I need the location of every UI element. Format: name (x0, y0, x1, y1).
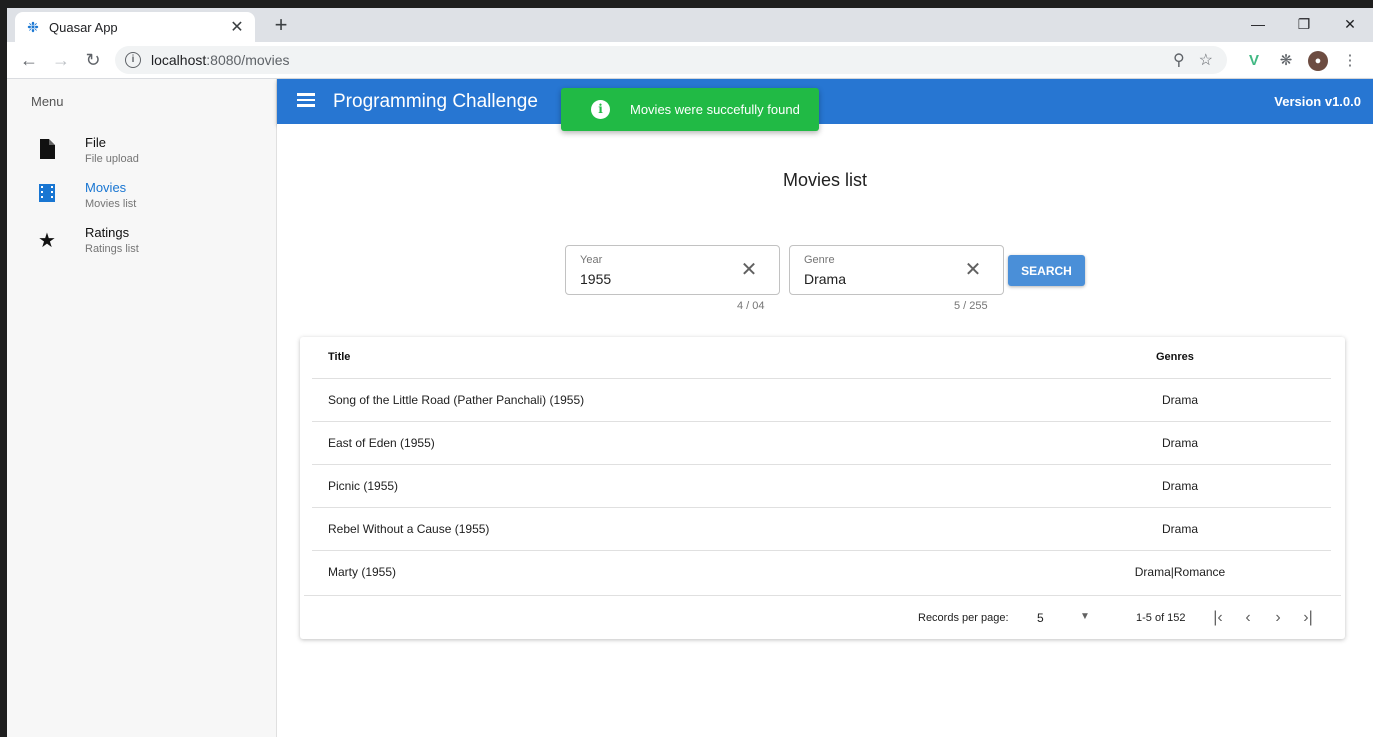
nav-label-ratings: Ratings (85, 225, 130, 240)
cell-genres: Drama (1161, 436, 1198, 450)
browser-menu-icon[interactable]: ⋮ (1340, 51, 1360, 71)
cell-genres: Drama (1161, 479, 1198, 493)
profile-avatar[interactable]: ● (1308, 51, 1328, 71)
cell-title: East of Eden (1955) (328, 436, 435, 450)
year-counter: 4 / 04 (737, 300, 765, 312)
first-page-icon[interactable]: |‹ (1208, 608, 1228, 628)
cell-title: Song of the Little Road (Pather Panchali… (328, 393, 585, 407)
bookmark-star-icon[interactable]: ☆ (1199, 50, 1213, 70)
side-drawer: Menu File File upload Movies Movies list… (7, 79, 277, 737)
search-button[interactable]: SEARCH (1008, 255, 1085, 286)
column-header-genres[interactable]: Genres (1156, 351, 1194, 363)
year-input[interactable] (580, 271, 730, 287)
browser-titlebar: ❉ Quasar App ✕ + — ❐ ✕ (7, 8, 1373, 42)
vue-devtools-icon[interactable]: V (1244, 51, 1264, 71)
browser-tab[interactable]: ❉ Quasar App ✕ (15, 12, 255, 42)
drawer-header: Menu (31, 94, 64, 109)
nav-item-file[interactable]: File File upload (7, 129, 277, 173)
nav-label-movies: Movies (85, 180, 127, 195)
tab-title: Quasar App (49, 19, 118, 35)
new-tab-icon[interactable]: + (269, 14, 293, 38)
close-window-icon[interactable]: ✕ (1338, 14, 1362, 34)
cell-genres: Drama (1161, 522, 1198, 536)
last-page-icon[interactable]: ›| (1298, 608, 1318, 628)
column-header-title[interactable]: Title (328, 351, 350, 363)
cell-title: Picnic (1955) (328, 479, 399, 493)
movies-table: Title Genres Song of the Little Road (Pa… (300, 337, 1345, 639)
cell-title: Marty (1955) (328, 565, 397, 579)
cell-genres: Drama (1161, 393, 1198, 407)
file-icon (35, 139, 59, 163)
page-title: Movies list (782, 170, 867, 190)
main-content: Movies list Year ✕ 4 / 04 Genre ✕ 5 / 25… (277, 124, 1373, 737)
app: Menu File File upload Movies Movies list… (7, 79, 1373, 737)
next-page-icon[interactable]: › (1268, 608, 1288, 628)
extensions-icon[interactable]: ❋ (1276, 51, 1296, 71)
table-pagination: Records per page: 5 ▼ 1-5 of 152 |‹ ‹ › … (304, 595, 1341, 639)
address-bar[interactable]: i localhost:8080/movies ⚲ ☆ (115, 46, 1227, 74)
star-icon: ★ (38, 230, 56, 252)
cell-title: Rebel Without a Cause (1955) (328, 522, 490, 536)
genre-input[interactable] (804, 271, 954, 287)
nav-item-ratings[interactable]: ★ Ratings Ratings list (7, 219, 277, 263)
browser-window: ❉ Quasar App ✕ + — ❐ ✕ ← → ↻ i localhost… (7, 8, 1373, 737)
table-row[interactable]: Rebel Without a Cause (1955) Drama (312, 507, 1331, 550)
notification-message: Movies were succefully found (630, 102, 800, 117)
records-per-page-select[interactable]: 5 (1037, 611, 1044, 625)
table-row[interactable]: Picnic (1955) Drama (312, 464, 1331, 507)
app-header: Programming Challenge Version v1.0.0 (277, 79, 1373, 124)
nav-caption-ratings: Ratings list (85, 243, 139, 255)
success-notification: i Movies were succefully found (561, 88, 819, 131)
film-icon (35, 184, 59, 208)
tab-close-icon[interactable]: ✕ (229, 17, 245, 37)
minimize-icon[interactable]: — (1246, 14, 1270, 34)
pagination-range: 1-5 of 152 (1136, 612, 1186, 624)
nav-label-file: File (85, 135, 106, 150)
records-per-page-label: Records per page: (918, 612, 1009, 624)
hamburger-menu-icon[interactable] (297, 90, 319, 112)
forward-icon[interactable]: → (49, 49, 73, 71)
table-row[interactable]: Marty (1955) Drama|Romance (312, 550, 1331, 593)
nav-caption-file: File upload (85, 153, 139, 165)
year-field-label: Year (580, 254, 603, 266)
restore-icon[interactable]: ❐ (1292, 14, 1316, 34)
genre-field[interactable]: Genre ✕ (789, 245, 1004, 295)
browser-toolbar: ← → ↻ i localhost:8080/movies ⚲ ☆ V ❋ ● … (7, 42, 1373, 79)
url-text: localhost:8080/movies (151, 52, 290, 68)
previous-page-icon[interactable]: ‹ (1238, 608, 1258, 628)
dropdown-arrow-icon[interactable]: ▼ (1080, 611, 1090, 622)
reload-icon[interactable]: ↻ (81, 49, 105, 71)
nav-item-movies[interactable]: Movies Movies list (7, 174, 277, 218)
cell-genres: Drama|Romance (1134, 565, 1226, 579)
year-field[interactable]: Year ✕ (565, 245, 780, 295)
quasar-logo-icon: ❉ (27, 19, 39, 35)
zoom-icon[interactable]: ⚲ (1173, 50, 1185, 70)
table-row[interactable]: Song of the Little Road (Pather Panchali… (312, 378, 1331, 421)
info-icon: i (591, 100, 610, 119)
genre-field-label: Genre (804, 254, 835, 266)
clear-year-icon[interactable]: ✕ (739, 260, 759, 280)
nav-caption-movies: Movies list (85, 198, 137, 210)
genre-counter: 5 / 255 (954, 300, 988, 312)
app-title: Programming Challenge (333, 91, 538, 112)
site-info-icon[interactable]: i (125, 52, 141, 68)
back-icon[interactable]: ← (17, 49, 41, 71)
version-label: Version v1.0.0 (1274, 94, 1361, 109)
clear-genre-icon[interactable]: ✕ (963, 260, 983, 280)
table-row[interactable]: East of Eden (1955) Drama (312, 421, 1331, 464)
